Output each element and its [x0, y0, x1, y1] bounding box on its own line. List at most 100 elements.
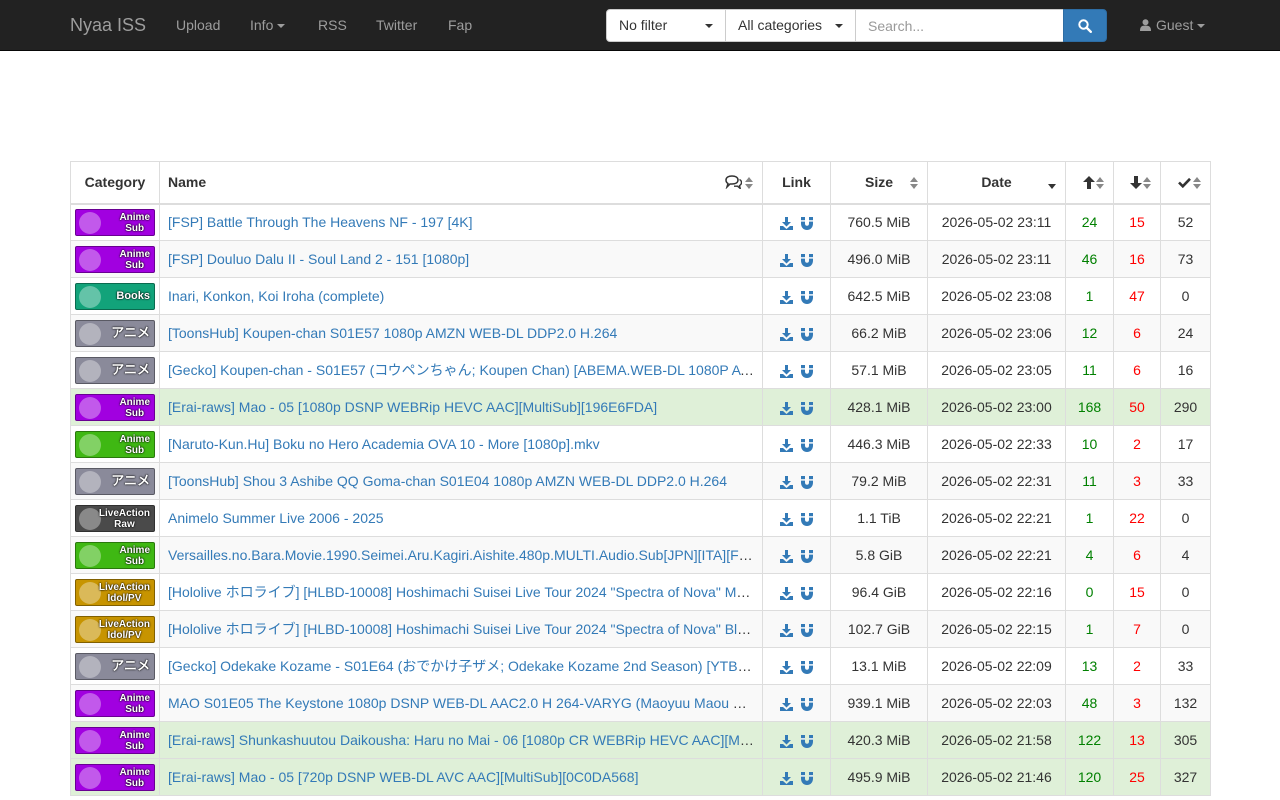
category-badge[interactable]: Anime Sub	[75, 541, 155, 569]
category-badge[interactable]: Anime Sub	[75, 763, 155, 791]
magnet-link-button[interactable]	[797, 325, 817, 341]
download-torrent-button[interactable]	[776, 732, 797, 748]
download-torrent-button[interactable]	[776, 436, 797, 452]
torrent-name-link[interactable]: [ToonsHub] Koupen-chan S01E57 1080p AMZN…	[168, 325, 617, 341]
download-torrent-button[interactable]	[776, 362, 797, 378]
magnet-link-button[interactable]	[797, 399, 817, 415]
sort-both-icon[interactable]	[744, 176, 754, 190]
torrent-name-link[interactable]: [ToonsHub] Shou 3 Ashibe QQ Goma-chan S0…	[168, 473, 727, 489]
category-badge[interactable]: Anime Sub	[75, 208, 155, 236]
header-date[interactable]: Date	[927, 161, 1066, 205]
torrent-name-link[interactable]: [Gecko] Koupen-chan - S01E57 (コウペンちゃん; K…	[168, 362, 762, 378]
category-badge[interactable]: Anime Sub	[75, 689, 155, 717]
magnet-link-button[interactable]	[797, 695, 817, 711]
download-torrent-button[interactable]	[776, 510, 797, 526]
magnet-link-button[interactable]	[797, 547, 817, 563]
torrent-name-link[interactable]: [FSP] Douluo Dalu II - Soul Land 2 - 151…	[168, 251, 469, 267]
check-icon	[1178, 177, 1191, 188]
link-cell	[762, 536, 831, 574]
header-name[interactable]: Name	[159, 161, 763, 205]
download-torrent-button[interactable]	[776, 695, 797, 711]
torrent-name-link[interactable]: MAO S01E05 The Keystone 1080p DSNP WEB-D…	[168, 695, 762, 711]
magnet-link-button[interactable]	[797, 621, 817, 637]
nav-twitter-link[interactable]: Twitter	[376, 0, 417, 50]
torrent-name-link[interactable]: [FSP] Battle Through The Heavens NF - 19…	[168, 214, 473, 230]
date-cell: 2026-05-02 23:00	[927, 388, 1066, 426]
nav-upload-link[interactable]: Upload	[176, 0, 220, 50]
torrent-name-link[interactable]: [Naruto-Kun.Hu] Boku no Hero Academia OV…	[168, 436, 600, 452]
nav-fap-link[interactable]: Fap	[448, 0, 472, 50]
nav-info-dropdown[interactable]: Info	[250, 0, 286, 50]
magnet-link-button[interactable]	[797, 732, 817, 748]
category-badge[interactable]: Books	[75, 282, 155, 310]
category-badge[interactable]: Anime Sub	[75, 245, 155, 273]
sort-both-icon[interactable]	[1192, 176, 1202, 190]
torrent-name-link[interactable]: Versailles.no.Bara.Movie.1990.Seimei.Aru…	[168, 547, 762, 563]
torrent-name-link[interactable]: [Gecko] Odekake Kozame - S01E64 (おでかけ子ザメ…	[168, 658, 762, 674]
download-torrent-button[interactable]	[776, 399, 797, 415]
magnet-link-button[interactable]	[797, 436, 817, 452]
category-select-value: All categories	[738, 17, 823, 33]
leechers-cell: 6	[1113, 351, 1161, 389]
search-button[interactable]	[1063, 9, 1107, 42]
download-torrent-button[interactable]	[776, 288, 797, 304]
sort-both-icon[interactable]	[909, 176, 919, 190]
completed-cell: 327	[1160, 758, 1211, 796]
magnet-link-button[interactable]	[797, 251, 817, 267]
category-badge[interactable]: アニメ	[75, 467, 155, 495]
search-input[interactable]	[855, 9, 1064, 42]
category-badge[interactable]: LiveAction Idol/PV	[75, 578, 155, 606]
brand-logo-link[interactable]: Nyaa ISS	[70, 0, 146, 50]
category-badge[interactable]: アニメ	[75, 356, 155, 384]
sort-both-icon[interactable]	[1142, 176, 1152, 190]
torrent-name-link[interactable]: [Erai-raws] Mao - 05 [720p DSNP WEB-DL A…	[168, 769, 638, 785]
magnet-link-button[interactable]	[797, 510, 817, 526]
date-cell: 2026-05-02 22:21	[927, 536, 1066, 574]
magnet-link-button[interactable]	[797, 658, 817, 674]
header-leechers[interactable]	[1113, 161, 1161, 205]
comments-icon[interactable]	[725, 175, 742, 189]
category-badge[interactable]: LiveAction Idol/PV	[75, 615, 155, 643]
torrent-name-link[interactable]: Animelo Summer Live 2006 - 2025	[168, 510, 384, 526]
magnet-link-button[interactable]	[797, 214, 817, 231]
magnet-link-button[interactable]	[797, 584, 817, 600]
download-torrent-button[interactable]	[776, 473, 797, 489]
download-torrent-button[interactable]	[776, 584, 797, 600]
category-select[interactable]: All categories	[725, 9, 856, 42]
category-badge[interactable]: アニメ	[75, 319, 155, 347]
torrent-name-link[interactable]: [Erai-raws] Mao - 05 [1080p DSNP WEBRip …	[168, 399, 657, 415]
size-cell: 13.1 MiB	[830, 647, 928, 685]
category-badge[interactable]: Anime Sub	[75, 726, 155, 754]
filter-select[interactable]: No filter	[606, 9, 726, 42]
download-torrent-button[interactable]	[776, 325, 797, 341]
category-art	[79, 396, 101, 419]
category-badge[interactable]: Anime Sub	[75, 393, 155, 421]
category-badge[interactable]: Anime Sub	[75, 430, 155, 458]
download-torrent-button[interactable]	[776, 251, 797, 267]
category-art	[79, 248, 101, 271]
magnet-link-button[interactable]	[797, 362, 817, 378]
table-row: Anime Sub [Erai-raws] Mao - 05 [720p DSNP…	[70, 758, 1211, 796]
torrent-name-link[interactable]: [Erai-raws] Shunkashuutou Daikousha: Har…	[168, 732, 762, 748]
header-completed[interactable]	[1160, 161, 1211, 205]
header-size[interactable]: Size	[830, 161, 928, 205]
nav-rss-link[interactable]: RSS	[318, 0, 347, 50]
magnet-link-button[interactable]	[797, 473, 817, 489]
magnet-link-button[interactable]	[797, 769, 817, 785]
category-badge[interactable]: アニメ	[75, 652, 155, 680]
download-torrent-button[interactable]	[776, 621, 797, 637]
sort-desc-icon[interactable]	[1047, 176, 1057, 190]
download-torrent-button[interactable]	[776, 547, 797, 563]
download-torrent-button[interactable]	[776, 769, 797, 785]
sort-both-icon[interactable]	[1095, 176, 1105, 190]
category-badge-text: Anime Sub	[119, 248, 150, 271]
torrent-name-link[interactable]: [Hololive ホロライブ] [HLBD-10008] Hoshimachi…	[168, 621, 762, 637]
category-badge[interactable]: LiveAction Raw	[75, 504, 155, 532]
header-seeders[interactable]	[1065, 161, 1114, 205]
magnet-link-button[interactable]	[797, 288, 817, 304]
torrent-name-link[interactable]: Inari, Konkon, Koi Iroha (complete)	[168, 288, 384, 304]
download-torrent-button[interactable]	[776, 214, 797, 231]
user-menu-dropdown[interactable]: Guest	[1140, 0, 1206, 50]
torrent-name-link[interactable]: [Hololive ホロライブ] [HLBD-10008] Hoshimachi…	[168, 584, 762, 600]
download-torrent-button[interactable]	[776, 658, 797, 674]
